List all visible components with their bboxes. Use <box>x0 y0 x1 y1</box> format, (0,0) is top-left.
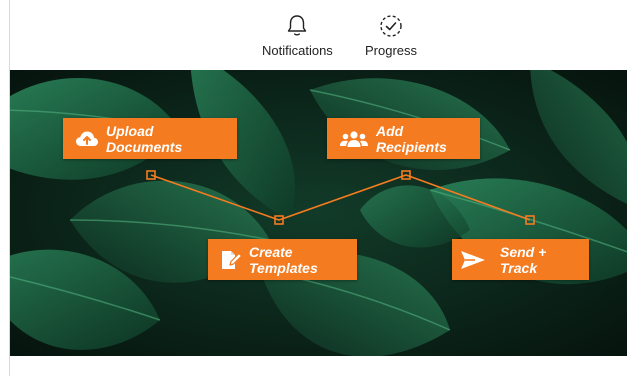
nav-progress[interactable]: Progress <box>365 14 417 58</box>
top-navigation: Notifications Progress <box>10 0 627 70</box>
check-circle-icon <box>380 15 402 37</box>
add-recipients-label: Add Recipients <box>376 122 447 155</box>
document-edit-icon <box>220 250 242 270</box>
cloud-upload-icon <box>75 130 99 148</box>
add-recipients-button[interactable]: Add Recipients <box>327 118 480 159</box>
leaf-background-image <box>10 70 627 356</box>
paper-plane-icon <box>460 250 486 270</box>
upload-documents-button[interactable]: Upload Documents <box>63 118 237 159</box>
progress-label: Progress <box>365 43 418 58</box>
send-track-button[interactable]: Send + Track <box>452 239 589 280</box>
create-templates-label: Create Templates <box>249 243 318 276</box>
upload-documents-label: Upload Documents <box>106 122 183 155</box>
app-frame: Notifications Progress Upload Documents … <box>9 0 627 376</box>
notifications-label: Notifications <box>262 43 333 58</box>
send-track-label: Send + Track <box>500 243 547 276</box>
create-templates-button[interactable]: Create Templates <box>208 239 357 280</box>
hero-banner: Upload Documents Add Recipients Create T… <box>10 70 627 356</box>
bell-icon <box>288 15 307 36</box>
users-icon <box>339 130 369 148</box>
nav-notifications[interactable]: Notifications <box>262 14 333 58</box>
